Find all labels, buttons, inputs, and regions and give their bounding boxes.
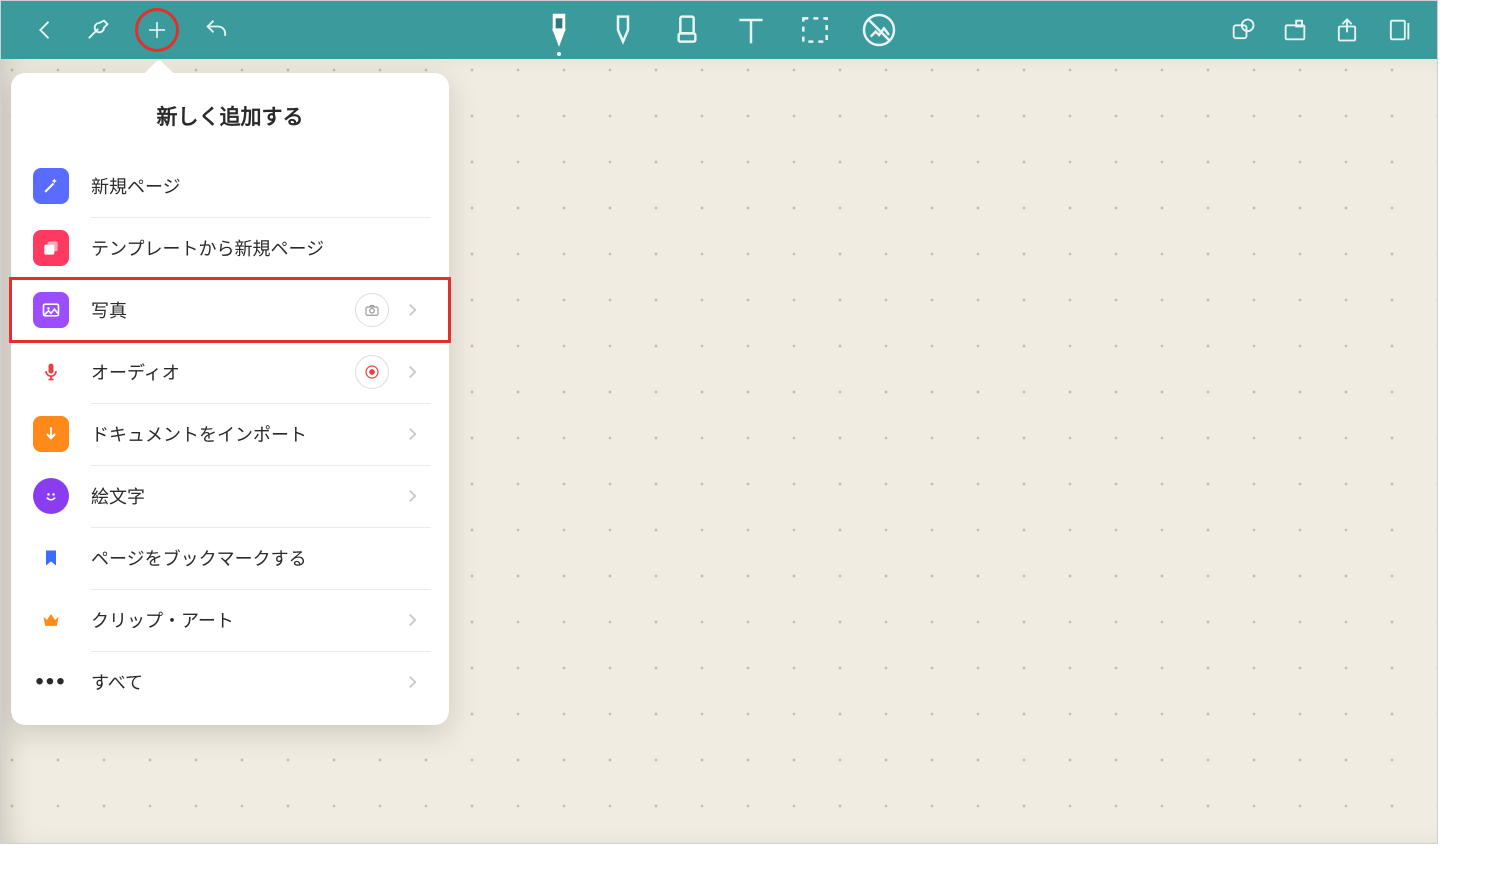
menu-item-label: すべて (91, 669, 403, 695)
menu-item-photo[interactable]: 写真 (11, 279, 449, 341)
add-button-highlight (135, 8, 179, 52)
toolbar-center-group (539, 10, 899, 50)
menu-item-label: テンプレートから新規ページ (91, 235, 421, 261)
menu-item-new-from-template[interactable]: テンプレートから新規ページ (29, 217, 431, 279)
image-tool-icon[interactable] (859, 10, 899, 50)
app-frame: 新しく追加する 新規ページ テンプレートから新規ページ 写真 (0, 0, 1438, 844)
crown-icon (33, 602, 69, 638)
back-icon[interactable] (31, 16, 59, 44)
toolbar-right-group (1229, 16, 1413, 44)
menu-item-label: ドキュメントをインポート (91, 421, 403, 447)
menu-item-label: ページをブックマークする (91, 545, 421, 571)
wand-icon (33, 168, 69, 204)
pen-tool-icon[interactable] (539, 10, 579, 50)
menu-item-emoji[interactable]: 絵文字 (29, 465, 431, 527)
template-icon (33, 230, 69, 266)
ellipsis-icon: ••• (33, 664, 69, 700)
menu-item-label: オーディオ (91, 359, 355, 385)
menu-item-bookmark-page[interactable]: ページをブックマークする (29, 527, 431, 589)
download-icon (33, 416, 69, 452)
chevron-right-icon (403, 612, 421, 628)
menu-item-label: 写真 (91, 297, 355, 323)
chevron-right-icon (403, 302, 421, 318)
menu-item-label: クリップ・アート (91, 607, 403, 633)
wrench-icon[interactable] (83, 16, 111, 44)
chevron-right-icon (403, 488, 421, 504)
chevron-right-icon (403, 674, 421, 690)
menu-item-all[interactable]: ••• すべて (29, 651, 431, 713)
menu-item-import-document[interactable]: ドキュメントをインポート (29, 403, 431, 465)
photo-icon (33, 292, 69, 328)
toolbar (1, 1, 1437, 59)
microphone-icon (33, 354, 69, 390)
undo-icon[interactable] (203, 16, 231, 44)
emoji-icon (33, 478, 69, 514)
menu-item-label: 新規ページ (91, 173, 421, 199)
bookmark-icon (33, 540, 69, 576)
toolbar-left-group (1, 8, 231, 52)
bookmark-nav-icon[interactable] (1281, 16, 1309, 44)
popover-title: 新しく追加する (11, 73, 449, 155)
menu-item-clip-art[interactable]: クリップ・アート (29, 589, 431, 651)
text-tool-icon[interactable] (731, 10, 771, 50)
plus-icon[interactable] (145, 18, 169, 42)
chevron-right-icon (403, 364, 421, 380)
menu-item-label: 絵文字 (91, 483, 403, 509)
menu-item-new-page[interactable]: 新規ページ (29, 155, 431, 217)
record-badge-icon[interactable] (355, 355, 389, 389)
share-icon[interactable] (1333, 16, 1361, 44)
lasso-tool-icon[interactable] (795, 10, 835, 50)
popover-menu-list: 新規ページ テンプレートから新規ページ 写真 (11, 155, 449, 713)
shape-tool-icon[interactable] (1229, 16, 1257, 44)
eraser-tool-icon[interactable] (667, 10, 707, 50)
highlighter-tool-icon[interactable] (603, 10, 643, 50)
menu-item-audio[interactable]: オーディオ (29, 341, 431, 403)
camera-badge-icon[interactable] (355, 293, 389, 327)
pages-icon[interactable] (1385, 16, 1413, 44)
add-popover: 新しく追加する 新規ページ テンプレートから新規ページ 写真 (11, 73, 449, 725)
chevron-right-icon (403, 426, 421, 442)
